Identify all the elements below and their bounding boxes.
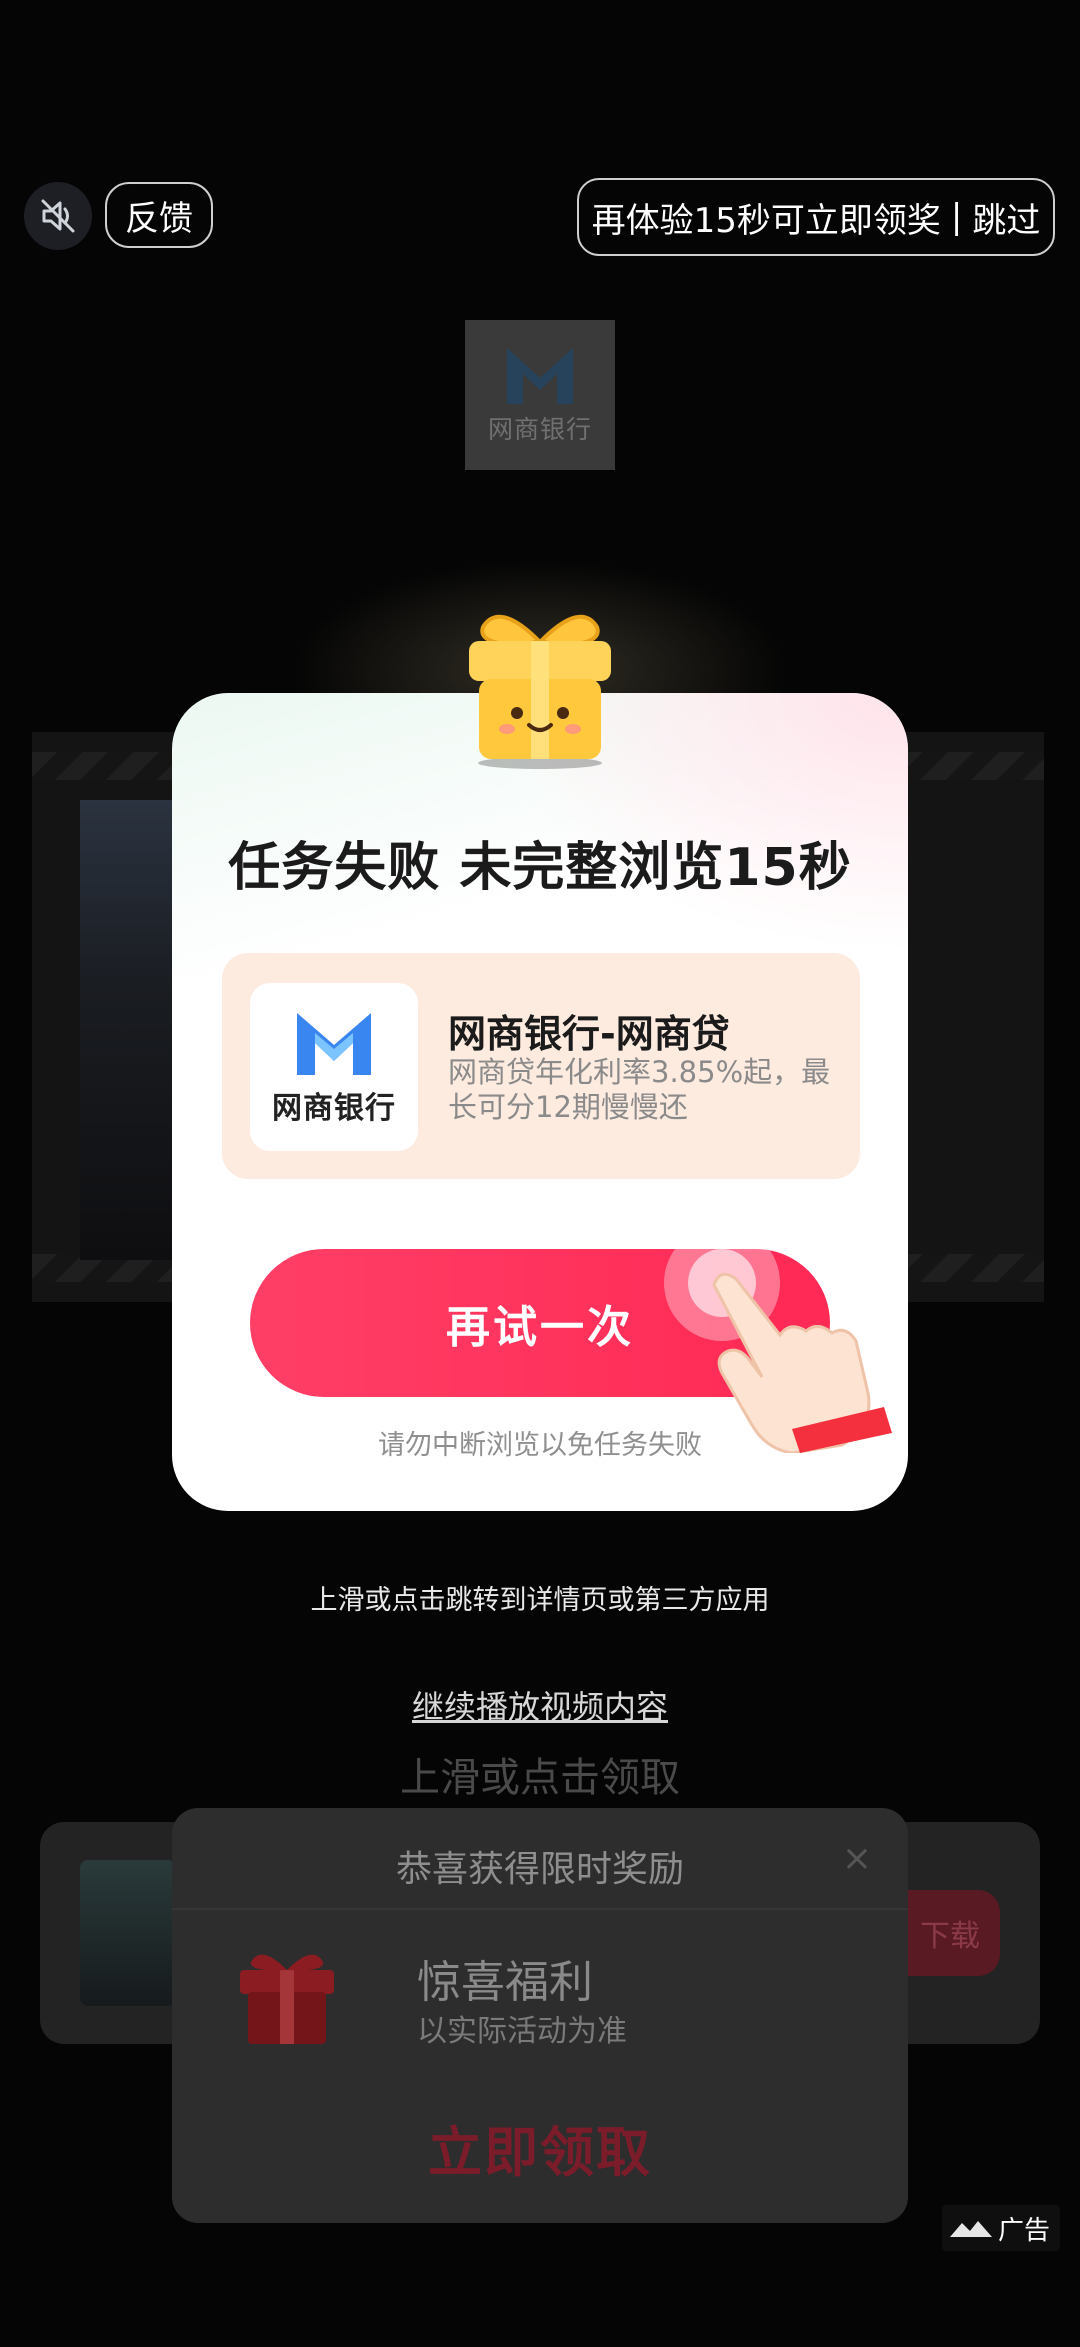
app-icon: 网商银行 bbox=[250, 983, 418, 1151]
reward-title: 恭喜获得限时奖励 bbox=[395, 1849, 684, 1890]
ad-label: 广告 bbox=[942, 2205, 1060, 2251]
gift-icon bbox=[469, 614, 611, 769]
app-icon-text: 网商银行 bbox=[272, 1091, 396, 1126]
skip-button[interactable]: 再体验15秒可立即领奖 | 跳过 bbox=[577, 178, 1055, 256]
retry-button[interactable]: 再试一次 bbox=[250, 1249, 830, 1397]
app-card[interactable]: 网商银行 网商银行-网商贷 网商贷年化利率3.85%起，最长可分12期慢慢还 bbox=[222, 953, 860, 1179]
brand-logo-icon bbox=[507, 348, 573, 404]
reward-note: 以实际活动为准 bbox=[417, 2014, 627, 2049]
ad-screen: 反馈 再体验15秒可立即领奖 | 跳过 网商银行 任务失败 未完整浏览15秒 网… bbox=[0, 0, 1080, 2347]
close-icon[interactable]: × bbox=[842, 1838, 872, 1879]
mute-button[interactable] bbox=[24, 182, 92, 250]
ad-card-thumbnail bbox=[80, 1860, 176, 2006]
skip-label: 跳过 bbox=[972, 200, 1041, 241]
background-brand-logo: 网商银行 bbox=[465, 320, 615, 470]
ad-label-text: 广告 bbox=[997, 2215, 1050, 2246]
app-description: 网商贷年化利率3.85%起，最长可分12期慢慢还 bbox=[448, 1055, 831, 1124]
reward-panel: 恭喜获得限时奖励 × 惊喜福利 以实际活动为准 立即领取 bbox=[172, 1808, 908, 2223]
task-failed-dialog: 任务失败 未完整浏览15秒 网商银行 网商银行-网商贷 网商贷年化利率3.85%… bbox=[172, 693, 908, 1511]
dialog-hint: 请勿中断浏览以免任务失败 bbox=[378, 1430, 702, 1461]
swipe-hint: 上滑或点击跳转到详情页或第三方应用 bbox=[310, 1585, 770, 1616]
mute-icon bbox=[41, 199, 75, 233]
continue-video-link[interactable]: 继续播放视频内容 bbox=[0, 1682, 1080, 1728]
reward-name: 惊喜福利 bbox=[417, 1957, 593, 2008]
feedback-button[interactable]: 反馈 bbox=[105, 182, 213, 248]
dialog-title: 任务失败 未完整浏览15秒 bbox=[228, 838, 852, 898]
app-name: 网商银行-网商贷 bbox=[448, 1012, 730, 1056]
ad-icon bbox=[949, 2221, 992, 2237]
background-brand-name: 网商银行 bbox=[487, 415, 592, 444]
claim-button[interactable]: 立即领取 bbox=[172, 2108, 908, 2187]
skip-countdown-text: 再体验15秒可立即领奖 bbox=[591, 200, 941, 241]
skip-separator: | bbox=[950, 197, 963, 237]
reward-divider bbox=[172, 1908, 908, 1910]
brand-logo-icon bbox=[297, 1013, 371, 1075]
faded-claim-hint: 上滑或点击领取 bbox=[400, 1755, 680, 1801]
gift-icon bbox=[240, 1954, 334, 2044]
